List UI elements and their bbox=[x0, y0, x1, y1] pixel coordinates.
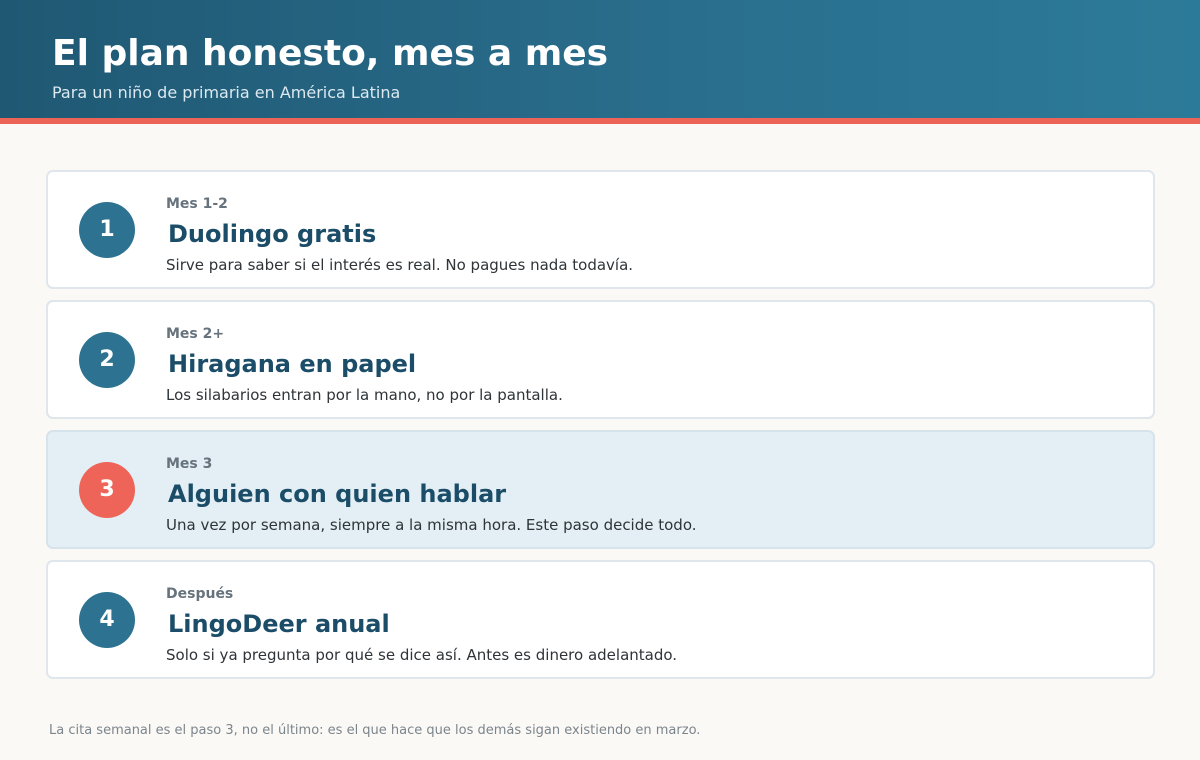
step-title: Alguien con quien hablar bbox=[168, 480, 507, 508]
step-number-badge: 4 bbox=[79, 592, 135, 648]
step-card-3: 3 Mes 3 Alguien con quien hablar Una vez… bbox=[46, 430, 1155, 549]
step-number-badge: 1 bbox=[79, 202, 135, 258]
step-period: Después bbox=[166, 586, 234, 602]
step-number-badge: 2 bbox=[79, 332, 135, 388]
step-number-badge: 3 bbox=[79, 462, 135, 518]
step-description: Solo si ya pregunta por qué se dice así.… bbox=[166, 646, 678, 664]
step-period: Mes 1-2 bbox=[166, 196, 228, 212]
step-description: Los silabarios entran por la mano, no po… bbox=[166, 386, 563, 404]
page-header: El plan honesto, mes a mes Para un niño … bbox=[0, 0, 1200, 124]
step-title: LingoDeer anual bbox=[168, 610, 390, 638]
page-title: El plan honesto, mes a mes bbox=[52, 33, 609, 74]
step-title: Hiragana en papel bbox=[168, 350, 417, 378]
step-description: Sirve para saber si el interés es real. … bbox=[166, 256, 634, 274]
footnote: La cita semanal es el paso 3, no el últi… bbox=[49, 723, 701, 738]
step-card-4: 4 Después LingoDeer anual Solo si ya pre… bbox=[46, 560, 1155, 679]
step-description: Una vez por semana, siempre a la misma h… bbox=[166, 516, 697, 534]
step-card-1: 1 Mes 1-2 Duolingo gratis Sirve para sab… bbox=[46, 170, 1155, 289]
step-card-2: 2 Mes 2+ Hiragana en papel Los silabario… bbox=[46, 300, 1155, 419]
steps-list: 1 Mes 1-2 Duolingo gratis Sirve para sab… bbox=[46, 170, 1155, 690]
page-subtitle: Para un niño de primaria en América Lati… bbox=[52, 83, 401, 102]
step-period: Mes 3 bbox=[166, 456, 213, 472]
step-title: Duolingo gratis bbox=[168, 220, 377, 248]
step-period: Mes 2+ bbox=[166, 326, 225, 342]
